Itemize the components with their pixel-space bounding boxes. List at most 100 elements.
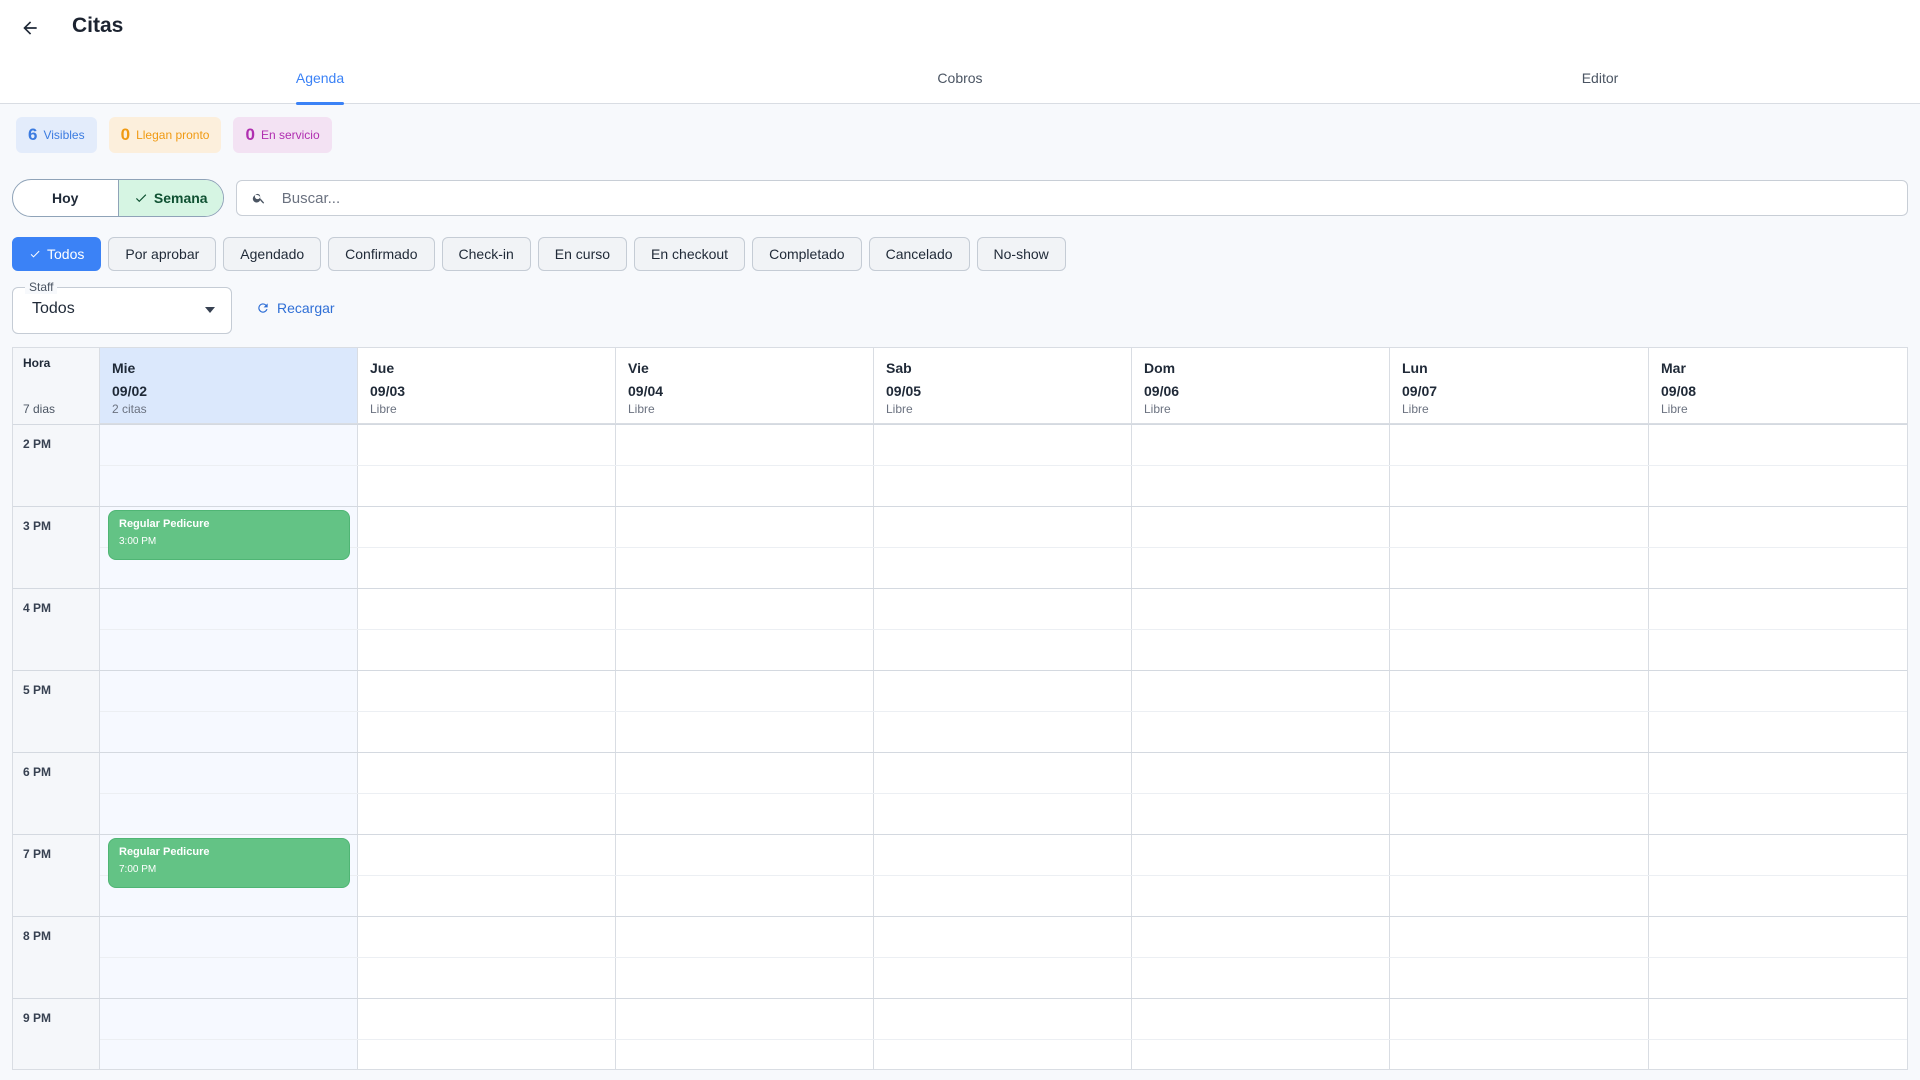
hour-column-header: Hora (23, 356, 51, 370)
grid-line (100, 711, 1907, 712)
day-name: Jue (370, 360, 395, 376)
day-column[interactable] (1132, 424, 1390, 1069)
day-header-dom[interactable]: Dom 09/06 Libre (1132, 348, 1390, 424)
day-header-lun[interactable]: Lun 09/07 Libre (1390, 348, 1649, 424)
grid-line (100, 629, 1907, 630)
day-column[interactable] (1390, 424, 1649, 1069)
appointment-title: Regular Pedicure (119, 518, 210, 530)
tab-cobros[interactable]: Cobros (640, 64, 1280, 104)
appointment-event[interactable]: Regular Pedicure 3:00 PM (108, 510, 350, 560)
staff-select-value: Todos (32, 300, 75, 317)
day-date: 09/02 (112, 383, 148, 399)
grid-line (13, 424, 1907, 425)
staff-select-label: Staff (25, 280, 58, 294)
day-name: Mie (112, 360, 136, 376)
page-title: Citas (72, 14, 124, 37)
hour-label: 7 PM (23, 847, 52, 861)
filter-en-curso[interactable]: En curso (537, 237, 628, 271)
day-column[interactable] (358, 424, 616, 1069)
day-name: Mar (1661, 360, 1686, 376)
grid-line (13, 916, 1907, 917)
appointment-event[interactable]: Regular Pedicure 7:00 PM (108, 838, 350, 888)
day-date: 09/04 (628, 383, 664, 399)
back-button[interactable] (14, 12, 46, 44)
grid-line (13, 998, 1907, 999)
filter-completado[interactable]: Completado (752, 237, 862, 271)
stat-visible-label: Visibles (43, 128, 85, 142)
status-filters: Todos Por aprobar Agendado Confirmado Ch… (12, 237, 1066, 271)
grid-line (13, 834, 1907, 835)
day-header-jue[interactable]: Jue 09/03 Libre (358, 348, 616, 424)
day-status: Libre (1661, 402, 1688, 416)
day-name: Vie (628, 360, 649, 376)
tab-agenda[interactable]: Agenda (0, 64, 640, 104)
stat-visible: 6 Visibles (16, 117, 97, 153)
tab-bar: Agenda Cobros Editor (0, 64, 1920, 104)
filter-no-show[interactable]: No-show (976, 237, 1066, 271)
day-column[interactable] (1649, 424, 1907, 1069)
day-header-mie[interactable]: Mie 09/02 2 citas (100, 348, 358, 424)
top-bar: Citas Agenda Cobros Editor (0, 0, 1920, 104)
check-icon (30, 250, 40, 258)
filter-todos-label: Todos (47, 246, 85, 262)
week-calendar: Hora 7 dias 2 PM 3 PM 4 PM 5 PM 6 PM 7 P… (12, 347, 1908, 1070)
filter-confirmado[interactable]: Confirmado (328, 237, 435, 271)
grid-line (13, 752, 1907, 753)
filter-check-in[interactable]: Check-in (441, 237, 531, 271)
day-status: Libre (1402, 402, 1429, 416)
day-date: 09/07 (1402, 383, 1438, 399)
stats-row: 6 Visibles 0 Llegan pronto 0 En servicio (16, 117, 332, 153)
filter-cancelado[interactable]: Cancelado (868, 237, 970, 271)
hour-label: 6 PM (23, 765, 52, 779)
appointment-time: 3:00 PM (119, 536, 157, 547)
day-column[interactable] (874, 424, 1132, 1069)
day-header-sab[interactable]: Sab 09/05 Libre (874, 348, 1132, 424)
grid-line (100, 875, 1907, 876)
day-status: Libre (886, 402, 913, 416)
appointment-time: 7:00 PM (119, 864, 157, 875)
appointment-title: Regular Pedicure (119, 846, 210, 858)
view-toggle: Hoy Semana (12, 179, 224, 217)
hour-label: 9 PM (23, 1011, 52, 1025)
stat-arriving-count: 0 (120, 125, 131, 144)
view-today-button[interactable]: Hoy (13, 180, 118, 216)
grid-line (13, 506, 1907, 507)
tab-editor[interactable]: Editor (1280, 64, 1920, 104)
hour-label: 5 PM (23, 683, 52, 697)
stat-in-service-label: En servicio (260, 128, 320, 142)
refresh-icon (258, 303, 268, 313)
view-week-button[interactable]: Semana (117, 180, 223, 216)
hour-label: 2 PM (23, 437, 52, 451)
day-status: Libre (370, 402, 397, 416)
day-name: Sab (886, 360, 912, 376)
hour-label: 4 PM (23, 601, 52, 615)
staff-select[interactable]: Staff Todos (12, 280, 232, 334)
range-label: 7 dias (23, 402, 56, 416)
search-icon (253, 193, 265, 204)
filter-por-aprobar[interactable]: Por aprobar (108, 237, 217, 271)
day-header-mar[interactable]: Mar 09/08 Libre (1649, 348, 1907, 424)
search-box (236, 180, 1908, 216)
day-header-vie[interactable]: Vie 09/04 Libre (616, 348, 874, 424)
stat-arriving-label: Llegan pronto (136, 128, 210, 142)
hour-label: 3 PM (23, 519, 52, 533)
dropdown-caret-icon (205, 307, 215, 313)
day-status: Libre (628, 402, 655, 416)
day-column[interactable] (616, 424, 874, 1069)
grid-line (13, 670, 1907, 671)
filter-todos[interactable]: Todos (12, 237, 102, 271)
day-date: 09/08 (1661, 383, 1697, 399)
grid-line (100, 957, 1907, 958)
day-date: 09/05 (886, 383, 922, 399)
filter-en-checkout[interactable]: En checkout (634, 237, 746, 271)
reload-button[interactable]: Recargar (256, 300, 335, 316)
day-status: 2 citas (112, 402, 147, 416)
view-week-label: Semana (153, 190, 208, 206)
grid-line (100, 547, 1907, 548)
grid-line (100, 465, 1907, 466)
search-input[interactable] (281, 189, 1907, 207)
filter-agendado[interactable]: Agendado (223, 237, 322, 271)
day-name: Lun (1402, 360, 1428, 376)
reload-label: Recargar (277, 300, 335, 316)
day-date: 09/06 (1144, 383, 1180, 399)
